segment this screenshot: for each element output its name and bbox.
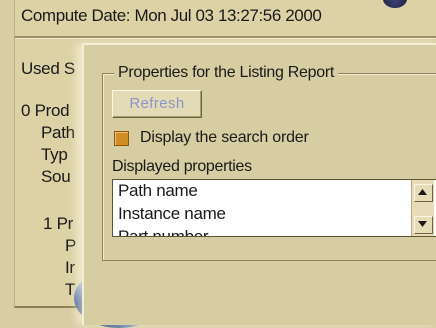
group-title: Properties for the Listing Report [114,64,338,82]
report-line: P [65,236,77,255]
list-scrollbar[interactable] [411,180,434,236]
refresh-button[interactable]: Refresh [112,90,202,118]
scroll-up-arrow-icon[interactable] [414,184,433,202]
displayed-properties-label: Displayed properties [112,158,252,175]
report-line: 1 Pr [43,214,73,233]
report-line: Typ [41,145,68,164]
orb-decoration [383,0,407,8]
list-item[interactable]: Instance name [118,204,226,224]
report-line: 0 Prod [21,101,70,120]
report-header: Compute Date: Mon Jul 03 13:27:56 2000 [15,0,436,38]
report-line: Ir [65,258,75,277]
list-item[interactable]: Part number [118,227,209,236]
report-line: Sou [41,167,71,186]
search-order-checkbox[interactable] [114,131,129,146]
report-line: Path [41,123,75,142]
list-item[interactable]: Path name [118,181,198,201]
search-order-label[interactable]: Display the search order [140,129,309,147]
compute-date: Compute Date: Mon Jul 03 13:27:56 2000 [21,6,322,25]
properties-dialog: Properties for the Listing Report Refres… [82,43,436,325]
scroll-down-arrow-icon[interactable] [414,216,433,234]
report-line: Used S [21,59,75,78]
displayed-properties-list[interactable]: Path name Instance name Part number [112,179,436,237]
